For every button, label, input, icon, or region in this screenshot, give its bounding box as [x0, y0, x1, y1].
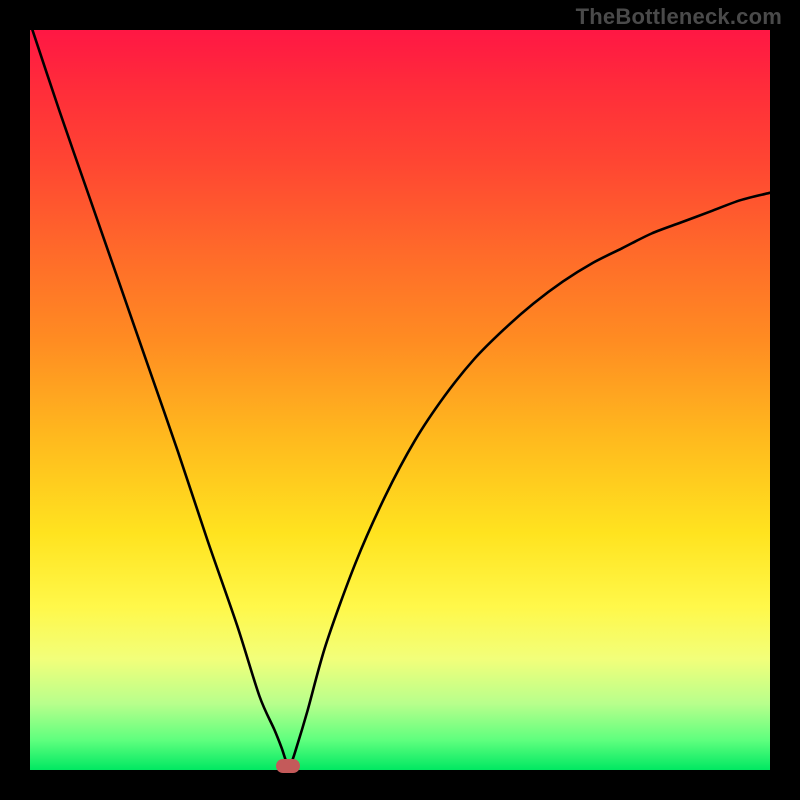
- chart-frame: TheBottleneck.com: [0, 0, 800, 800]
- watermark-text: TheBottleneck.com: [576, 4, 782, 30]
- bottleneck-curve: [30, 30, 770, 770]
- chart-plot-area: [30, 30, 770, 770]
- optimal-point-marker: [276, 759, 300, 773]
